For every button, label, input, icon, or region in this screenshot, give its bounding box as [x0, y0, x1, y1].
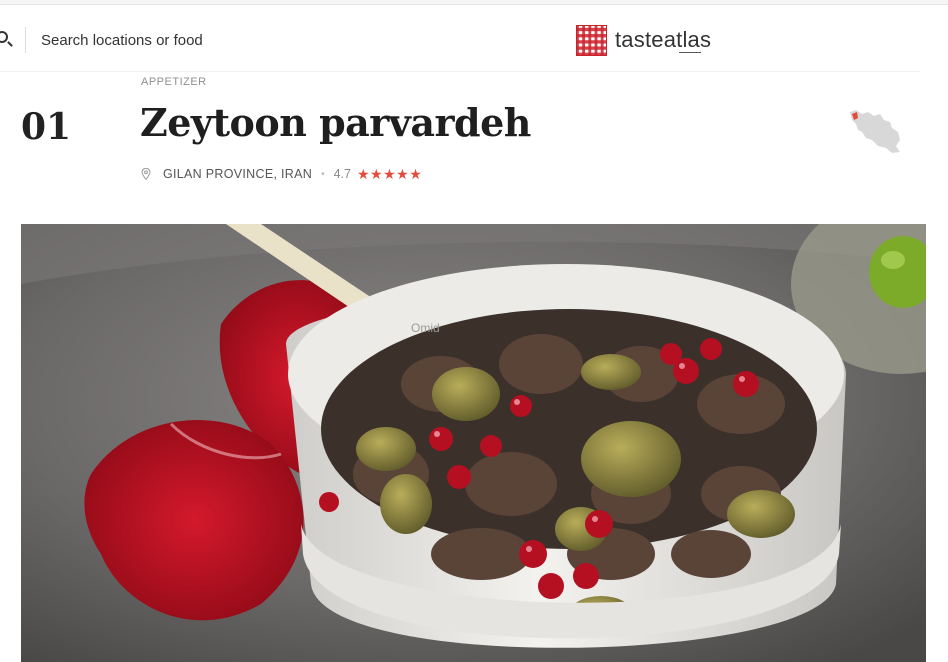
- meta-separator: •: [321, 168, 325, 180]
- photo-watermark: Omid: [411, 321, 440, 335]
- search-input[interactable]: [41, 30, 261, 50]
- tasteatlas-logo-icon: [576, 24, 607, 56]
- dish-photo-illustration: Omid: [21, 224, 926, 662]
- dish-title[interactable]: Zeytoon parvardeh: [140, 100, 531, 145]
- dish-meta: GILAN PROVINCE, IRAN • 4.7 ★★★★★: [141, 166, 422, 182]
- site-header: tasteatlas: [0, 5, 948, 71]
- dish-photo[interactable]: Omid: [21, 224, 926, 662]
- header-divider: [0, 71, 920, 72]
- dish-location[interactable]: GILAN PROVINCE, IRAN: [163, 167, 312, 181]
- rating-value: 4.7: [333, 167, 351, 181]
- tasteatlas-logo[interactable]: tasteatlas: [576, 24, 711, 56]
- search-icon[interactable]: [0, 31, 8, 43]
- star-rating[interactable]: ★★★★★: [357, 166, 422, 183]
- iran-map-icon[interactable]: [846, 106, 902, 156]
- location-pin-icon: [141, 168, 151, 180]
- dish-category[interactable]: APPETIZER: [141, 76, 207, 88]
- dish-rank: 01: [21, 106, 72, 148]
- logo-text: tasteatlas: [615, 27, 712, 53]
- search-divider: [25, 27, 26, 53]
